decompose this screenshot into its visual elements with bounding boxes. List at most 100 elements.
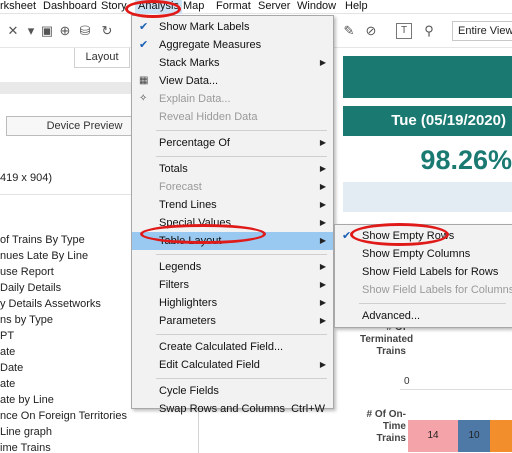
- menu-item-label: Highlighters: [159, 297, 218, 309]
- menu-item-label: Percentage Of: [159, 137, 230, 149]
- sheet-item[interactable]: use Report: [0, 266, 54, 278]
- submenu-arrow-icon: ▶: [319, 164, 326, 173]
- grid-icon: ▦: [139, 75, 149, 86]
- submenu-arrow-icon: ▶: [319, 138, 326, 147]
- menu-item-label: Show Field Labels for Rows: [362, 266, 499, 278]
- menu-item-cycle-fields[interactable]: Cycle Fields: [132, 382, 333, 400]
- menu-item-trend-lines[interactable]: Trend Lines ▶: [132, 196, 333, 214]
- menu-separator: [156, 334, 327, 335]
- menu-item-highlighters[interactable]: Highlighters ▶: [132, 294, 333, 312]
- menu-map[interactable]: Map: [183, 0, 204, 14]
- submenu-arrow-icon: ▶: [319, 262, 326, 271]
- save-icon[interactable]: ▣: [38, 22, 56, 40]
- annotation-analysis: [125, 0, 181, 18]
- add-datasource-icon[interactable]: ⊕: [56, 22, 74, 40]
- tab-layout[interactable]: Layout: [74, 48, 130, 68]
- menu-separator: [156, 156, 327, 157]
- menu-format[interactable]: Format: [216, 0, 251, 14]
- view-fit-select[interactable]: Entire View: [452, 21, 512, 41]
- menu-item-show-field-labels-for-rows[interactable]: Show Field Labels for Rows: [335, 263, 512, 281]
- menu-item-label: Filters: [159, 279, 189, 291]
- menu-item-percentage-of[interactable]: Percentage Of ▶: [132, 134, 333, 152]
- shortcut-label: Ctrl+W: [291, 403, 325, 415]
- sheet-item[interactable]: Daily Details: [0, 282, 61, 294]
- menu-rksheet[interactable]: rksheet: [0, 0, 36, 14]
- menu-item-parameters[interactable]: Parameters ▶: [132, 312, 333, 330]
- menu-item-advanced[interactable]: Advanced...: [335, 307, 512, 325]
- sheet-item[interactable]: ns by Type: [0, 314, 53, 326]
- menu-bar: rksheet Dashboard Story Analysis Map Format Se…: [0, 0, 512, 14]
- menu-item-view-data[interactable]: ▦ View Data...: [132, 72, 333, 90]
- terminated-trains-value: 0: [404, 376, 410, 387]
- percent-kpi: 98.26%: [420, 145, 512, 175]
- sheet-item[interactable]: Line graph: [0, 426, 52, 438]
- sheet-item[interactable]: y Details Assetworks: [0, 298, 101, 310]
- arrow-icon[interactable]: ✕: [4, 22, 22, 40]
- menu-item-totals[interactable]: Totals ▶: [132, 160, 333, 178]
- checkmark-icon: ✔: [139, 21, 149, 33]
- menu-item-label: Stack Marks: [159, 57, 220, 69]
- attach-icon[interactable]: ⊘: [362, 22, 380, 40]
- menu-separator: [359, 303, 506, 304]
- menu-item-label: Swap Rows and Columns: [159, 403, 285, 415]
- sheet-item[interactable]: Date: [0, 362, 23, 374]
- menu-item-reveal-hidden-data: Reveal Hidden Data: [132, 108, 333, 126]
- sheet-item[interactable]: nce On Foreign Territories: [0, 410, 127, 422]
- menu-server[interactable]: Server: [258, 0, 290, 14]
- menu-item-label: Show Empty Columns: [362, 248, 471, 260]
- menu-item-filters[interactable]: Filters ▶: [132, 276, 333, 294]
- menu-story[interactable]: Story: [101, 0, 127, 14]
- menu-item-label: Totals: [159, 163, 188, 175]
- analysis-menu: ✔ Show Mark Labels ✔ Aggregate Measures Stac…: [131, 15, 334, 415]
- submenu-arrow-icon: ▶: [319, 182, 326, 191]
- sheet-item[interactable]: nues Late By Line: [0, 250, 88, 262]
- menu-item-stack-marks[interactable]: Stack Marks ▶: [132, 54, 333, 72]
- menu-window[interactable]: Window: [297, 0, 336, 14]
- submenu-arrow-icon: ▶: [319, 58, 326, 67]
- menu-item-aggregate-measures[interactable]: ✔ Aggregate Measures: [132, 36, 333, 54]
- menu-item-label: Forecast: [159, 181, 202, 193]
- menu-help[interactable]: Help: [345, 0, 368, 14]
- sheet-item[interactable]: of Trains By Type: [0, 234, 85, 246]
- menu-item-label: Create Calculated Field...: [159, 341, 284, 353]
- menu-separator: [156, 378, 327, 379]
- text-label-icon[interactable]: T: [396, 23, 412, 39]
- bulb-icon: ✧: [139, 93, 148, 104]
- checkmark-icon: ✔: [139, 39, 149, 51]
- date-banner: Tue (05/19/2020): [343, 106, 512, 136]
- refresh-icon[interactable]: ↻: [98, 22, 116, 40]
- pen-icon[interactable]: ✎: [340, 22, 358, 40]
- sheet-item[interactable]: ate: [0, 378, 15, 390]
- submenu-arrow-icon: ▶: [319, 200, 326, 209]
- bar-segment[interactable]: 14: [408, 420, 458, 452]
- menu-item-label: Reveal Hidden Data: [159, 111, 258, 123]
- sheet-item[interactable]: ate: [0, 346, 15, 358]
- menu-item-show-mark-labels[interactable]: ✔ Show Mark Labels: [132, 18, 333, 36]
- menu-separator: [156, 254, 327, 255]
- menu-item-label: Trend Lines: [159, 199, 217, 211]
- menu-item-label: Cycle Fields: [159, 385, 219, 397]
- sheet-item[interactable]: ate by Line: [0, 394, 54, 406]
- sheet-item[interactable]: PT: [0, 330, 14, 342]
- divider: [400, 389, 512, 390]
- pin-icon[interactable]: ⚲: [420, 22, 438, 40]
- menu-item-label: Edit Calculated Field: [159, 359, 260, 371]
- submenu-arrow-icon: ▶: [319, 298, 326, 307]
- datasource-icon[interactable]: ⛁: [76, 22, 94, 40]
- menu-item-show-field-labels-for-columns: Show Field Labels for Columns: [335, 281, 512, 299]
- menu-dashboard[interactable]: Dashboard: [43, 0, 97, 14]
- menu-item-show-empty-columns[interactable]: Show Empty Columns: [335, 245, 512, 263]
- sheet-item[interactable]: ime Trains: [0, 442, 51, 453]
- bar-segment[interactable]: 10: [458, 420, 490, 452]
- menu-item-edit-calculated-field[interactable]: Edit Calculated Field ▶: [132, 356, 333, 374]
- menu-item-swap-rows-and-columns[interactable]: Swap Rows and Columns Ctrl+W: [132, 400, 333, 418]
- menu-separator: [156, 130, 327, 131]
- menu-item-legends[interactable]: Legends ▶: [132, 258, 333, 276]
- submenu-arrow-icon: ▶: [319, 218, 326, 227]
- bar-segment[interactable]: [490, 420, 512, 452]
- size-text: 419 x 904): [0, 172, 52, 184]
- menu-item-create-calculated-field[interactable]: Create Calculated Field...: [132, 338, 333, 356]
- submenu-arrow-icon: ▶: [319, 360, 326, 369]
- menu-item-label: View Data...: [159, 75, 219, 87]
- header-tile: [343, 56, 512, 98]
